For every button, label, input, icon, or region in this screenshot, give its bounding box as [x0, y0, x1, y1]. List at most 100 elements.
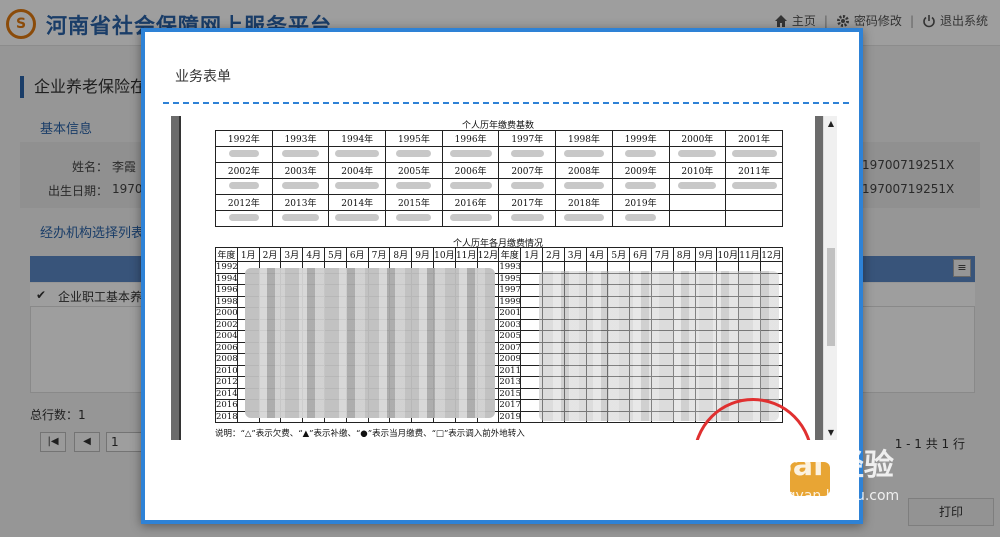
- month-header-cell: 6月: [629, 247, 652, 262]
- month-header-cell: 4月: [302, 247, 325, 262]
- scroll-down-icon[interactable]: ▼: [826, 428, 836, 437]
- month-header-cell: 6月: [345, 247, 369, 262]
- month-year-cell: 2004: [215, 330, 238, 343]
- redacted-value: [449, 181, 492, 189]
- redacted-value: [510, 149, 544, 157]
- month-year-cell: 1992: [215, 261, 238, 274]
- base-value-cell: [385, 146, 443, 163]
- month-header-cell: 10月: [716, 247, 740, 262]
- contribution-base-table: 1992年 1993年 1994年 1995年 1996年 1997年 1998年 1999年…: [215, 130, 783, 227]
- redacted-value: [731, 181, 777, 189]
- month-year-cell: 2015: [498, 387, 522, 400]
- month-year-cell: 2013: [498, 376, 522, 389]
- base-value-cell: [271, 178, 330, 195]
- redacted-value: [335, 213, 380, 221]
- base-value-cell: [668, 210, 727, 227]
- document-page: 个人历年缴费基数 1992年 1993年 1994年 1995年 1996年 1997年 1…: [179, 116, 815, 440]
- base-value-cell: [555, 146, 613, 163]
- redacted-value: [228, 149, 259, 157]
- document-scrollbar[interactable]: ▲ ▼: [823, 116, 837, 440]
- document-viewer[interactable]: 个人历年缴费基数 1992年 1993年 1994年 1995年 1996年 1997年 1…: [171, 116, 837, 440]
- month-year-cell: 2019: [498, 410, 522, 423]
- month-header-cell: 年度: [215, 247, 238, 262]
- base-value-cell: [328, 146, 387, 163]
- base-year-cell: 2012年: [215, 194, 273, 211]
- month-year-cell: 2017: [498, 399, 522, 412]
- business-form-dialog: 业务表单 个人历年缴费基数 1992年 1993年 1994年 1995年 1996年 1…: [141, 28, 863, 524]
- base-year-cell: 2010年: [668, 162, 727, 179]
- month-year-cell: 2016: [215, 399, 238, 412]
- month-header-cell: 2月: [258, 247, 282, 262]
- scroll-thumb[interactable]: [827, 248, 835, 346]
- month-year-cell: 2018: [215, 410, 238, 423]
- base-year-cell: 2014年: [328, 194, 387, 211]
- month-year-cell: 2012: [215, 376, 238, 389]
- month-header-cell: 年度: [498, 247, 522, 262]
- base-year-cell: 1997年: [498, 130, 557, 147]
- base-year-cell: 1998年: [555, 130, 613, 147]
- redacted-value: [625, 213, 657, 221]
- month-year-cell: 1994: [215, 272, 238, 285]
- base-value-cell: [668, 146, 727, 163]
- month-header-cell: 1月: [520, 247, 543, 262]
- month-header-cell: 5月: [323, 247, 347, 262]
- base-year-cell: 1994年: [328, 130, 387, 147]
- base-year-cell: 2004年: [328, 162, 387, 179]
- base-year-cell: 2011年: [725, 162, 783, 179]
- month-year-cell: 1996: [215, 284, 238, 297]
- month-year-cell: 2006: [215, 341, 238, 354]
- month-year-cell: 2005: [498, 330, 522, 343]
- scroll-up-icon[interactable]: ▲: [826, 119, 836, 128]
- base-year-cell: [668, 194, 727, 211]
- redacted-value: [335, 181, 380, 189]
- base-value-cell: [498, 146, 557, 163]
- base-year-cell: 2009年: [611, 162, 670, 179]
- redacted-value: [510, 181, 544, 189]
- month-header-cell: 9月: [411, 247, 434, 262]
- month-header-cell: 7月: [367, 247, 391, 262]
- privacy-mosaic-left: [245, 268, 495, 418]
- month-year-cell: 2000: [215, 307, 238, 320]
- month-header-cell: 11月: [738, 247, 761, 262]
- month-year-cell: 2002: [215, 318, 238, 331]
- month-header-cell: 3月: [280, 247, 304, 262]
- base-value-cell: [611, 210, 670, 227]
- month-header-cell: 1月: [236, 247, 260, 262]
- base-value-cell: [668, 178, 727, 195]
- month-year-cell: 2009: [498, 353, 522, 366]
- redacted-value: [563, 149, 604, 157]
- redacted-value: [228, 181, 259, 189]
- redacted-value: [449, 213, 492, 221]
- base-year-cell: 2016年: [441, 194, 500, 211]
- redacted-value: [282, 149, 320, 157]
- month-year-cell: 1995: [498, 272, 522, 285]
- base-year-cell: 2000年: [668, 130, 727, 147]
- base-value-cell: [725, 146, 783, 163]
- month-year-cell: 2010: [215, 364, 238, 377]
- base-year-cell: 2006年: [441, 162, 500, 179]
- dialog-title: 业务表单: [175, 69, 231, 85]
- redacted-value: [396, 149, 432, 157]
- base-year-cell: 1999年: [611, 130, 670, 147]
- redacted-value: [510, 213, 544, 221]
- base-value-cell: [725, 210, 783, 227]
- month-year-cell: 2007: [498, 341, 522, 354]
- base-year-cell: 2008年: [555, 162, 613, 179]
- base-year-cell: 2002年: [215, 162, 273, 179]
- month-header-cell: 5月: [607, 247, 631, 262]
- redacted-value: [731, 149, 777, 157]
- redacted-value: [678, 181, 717, 189]
- month-header-cell: 2月: [541, 247, 565, 262]
- month-year-cell: 2008: [215, 353, 238, 366]
- base-year-cell: 2019年: [611, 194, 670, 211]
- dialog-divider: [163, 102, 849, 104]
- base-value-cell: [215, 178, 273, 195]
- month-year-cell: 1997: [498, 284, 522, 297]
- base-year-cell: 2013年: [271, 194, 330, 211]
- redacted-value: [335, 149, 380, 157]
- base-year-cell: [725, 194, 783, 211]
- redacted-value: [625, 149, 657, 157]
- base-year-cell: 2017年: [498, 194, 557, 211]
- redacted-value: [563, 213, 604, 221]
- base-value-cell: [555, 178, 613, 195]
